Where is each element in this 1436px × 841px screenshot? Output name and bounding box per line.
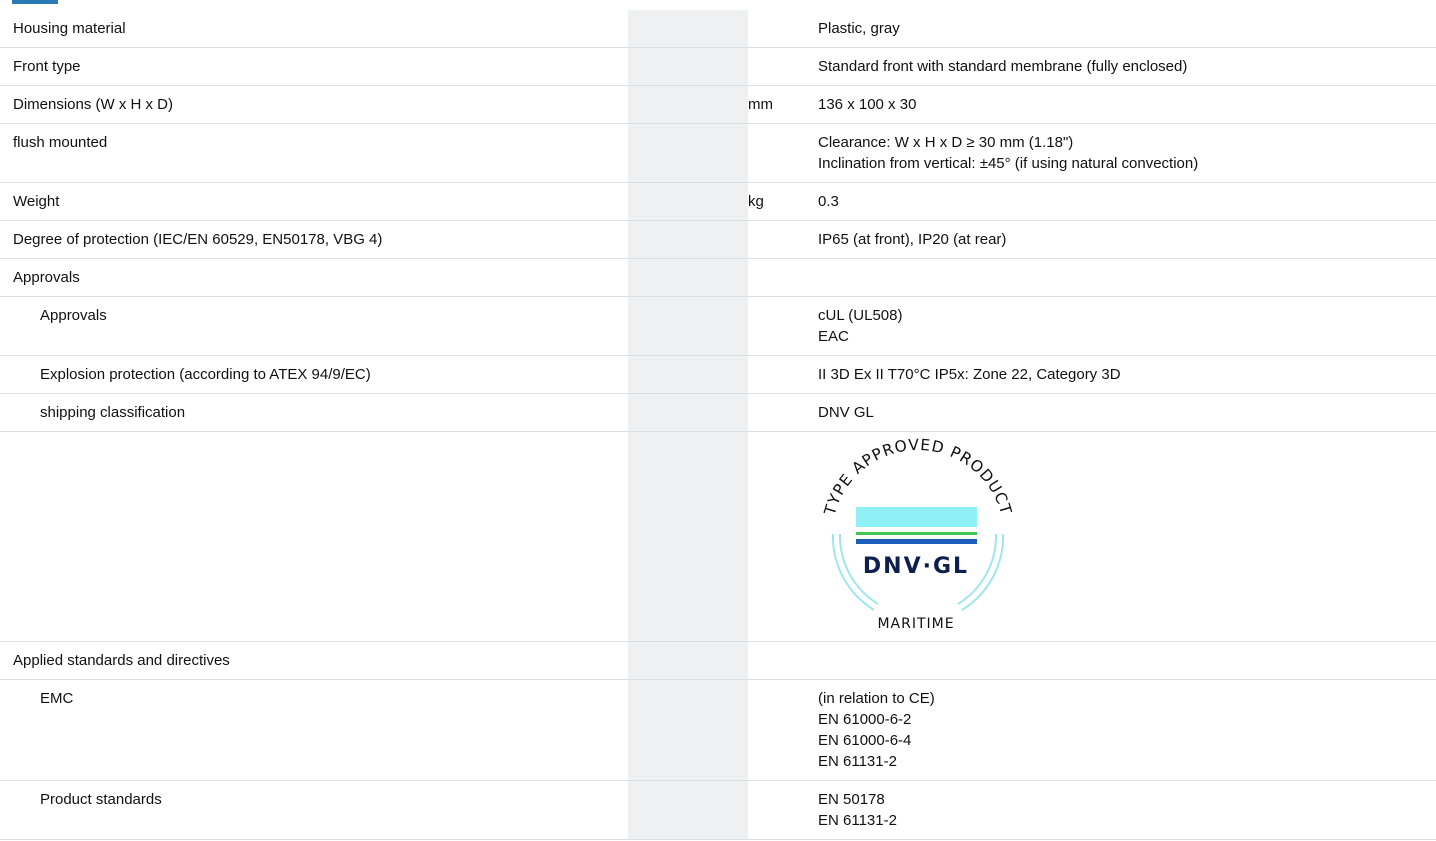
spec-row: flush mounted Clearance: W x H x D ≥ 30 m… [0,124,1436,183]
spec-label: flush mounted [13,134,108,151]
spacer-column [628,48,748,85]
specifications-table: Housing material Plastic, gray Front type S… [0,10,1436,840]
value-line: Standard front with standard membrane (f… [818,58,1188,75]
spec-label: Applied standards and directives [13,652,230,669]
spec-label: shipping classification [40,404,186,421]
spacer-column [628,297,748,355]
spec-value: IP65 (at front), IP20 (at rear) [818,221,1436,258]
spec-label: Front type [13,58,81,75]
spec-value: 0.3 [818,183,1436,220]
spec-unit [748,221,818,258]
spec-unit [748,680,818,780]
spec-unit [748,781,818,839]
spec-value: DNV GL [818,394,1436,431]
spacer-column [628,680,748,780]
value-line: EN 61000-6-4 [818,732,912,749]
spec-value: TYPE APPROVED PRODUCT DNV·GL MARITIME [818,432,1436,641]
spacer-column [628,432,748,641]
spec-row: Dimensions (W x H x D) mm 136 x 100 x 30 [0,86,1436,124]
spec-unit [748,642,818,679]
value-line: cUL (UL508) [818,307,903,324]
spacer-column [628,86,748,123]
spec-unit: kg [748,193,764,210]
spec-row: Housing material Plastic, gray [0,10,1436,48]
spec-label: Degree of protection (IEC/EN 60529, EN50… [13,231,383,248]
spec-unit [748,48,818,85]
spec-unit [748,432,818,641]
spec-value: Plastic, gray [818,10,1436,47]
spacer-column [628,781,748,839]
section-accent-bar [12,0,58,4]
value-line: IP65 (at front), IP20 (at rear) [818,231,1007,248]
spec-value: cUL (UL508) EAC [818,297,1436,355]
spec-unit [748,259,818,296]
value-line: EAC [818,328,849,345]
spec-value [818,642,1436,679]
spec-unit [748,356,818,393]
spec-label: Approvals [40,307,107,324]
spec-row: shipping classification DNV GL [0,394,1436,432]
spec-value [818,259,1436,296]
value-line: EN 61131-2 [818,812,897,829]
spec-row: Front type Standard front with standard m… [0,48,1436,86]
value-line: Clearance: W x H x D ≥ 30 mm (1.18") [818,134,1074,151]
spec-label [0,432,628,641]
spec-label: Approvals [13,269,80,286]
spec-row: Degree of protection (IEC/EN 60529, EN50… [0,221,1436,259]
value-line: Inclination from vertical: ±45° (if usin… [818,155,1199,172]
spacer-column [628,124,748,182]
spec-label: Product standards [40,791,162,808]
spec-row: Approvals [0,259,1436,297]
spacer-column [628,183,748,220]
dnv-gl-type-approved-logo: TYPE APPROVED PRODUCT DNV·GL MARITIME [821,436,1016,632]
spec-row: Approvals cUL (UL508) EAC [0,297,1436,356]
spec-row: Weight kg 0.3 [0,183,1436,221]
value-line: DNV GL [818,404,874,421]
spec-unit [748,124,818,182]
spec-unit [748,297,818,355]
value-line: EN 50178 [818,791,885,808]
spec-unit: mm [748,96,773,113]
spec-label: Housing material [13,20,126,37]
value-line: Plastic, gray [818,20,900,37]
spec-row: Product standards EN 50178 EN 61131-2 [0,781,1436,840]
spec-label: EMC [40,690,74,707]
value-line: (in relation to CE) [818,690,935,707]
spacer-column [628,642,748,679]
spec-row: EMC (in relation to CE) EN 61000-6-2 EN 610… [0,680,1436,781]
spec-value: Standard front with standard membrane (f… [818,48,1436,85]
spacer-column [628,10,748,47]
spacer-column [628,356,748,393]
brand-text: DNV·GL [863,554,969,579]
logo-row: TYPE APPROVED PRODUCT DNV·GL MARITIME [0,432,1436,642]
spacer-column [628,259,748,296]
spec-value: Clearance: W x H x D ≥ 30 mm (1.18") Incl… [818,124,1436,182]
svg-text:TYPE APPROVED PRODUCT: TYPE APPROVED PRODUCT [821,436,1016,518]
spec-label: Explosion protection (according to ATEX … [40,366,371,383]
value-line: EN 61131-2 [818,753,897,770]
spec-label: Dimensions (W x H x D) [13,96,174,113]
top-strip [0,0,1436,10]
spec-row: Explosion protection (according to ATEX … [0,356,1436,394]
spec-row: Applied standards and directives [0,642,1436,680]
value-line: 136 x 100 x 30 [818,96,917,113]
spec-unit [748,10,818,47]
spec-value: 136 x 100 x 30 [818,86,1436,123]
value-line: EN 61000-6-2 [818,711,912,728]
spec-unit [748,394,818,431]
spec-value: EN 50178 EN 61131-2 [818,781,1436,839]
spacer-column [628,221,748,258]
spec-value: (in relation to CE) EN 61000-6-2 EN 61000-… [818,680,1436,780]
arc-text: TYPE APPROVED PRODUCT [821,436,1015,518]
spacer-column [628,394,748,431]
value-line: II 3D Ex II T70°C IP5x: Zone 22, Categor… [818,366,1121,383]
footer-text: MARITIME [877,616,954,632]
spec-value: II 3D Ex II T70°C IP5x: Zone 22, Categor… [818,356,1436,393]
spec-label: Weight [13,193,60,210]
value-line: 0.3 [818,193,839,210]
